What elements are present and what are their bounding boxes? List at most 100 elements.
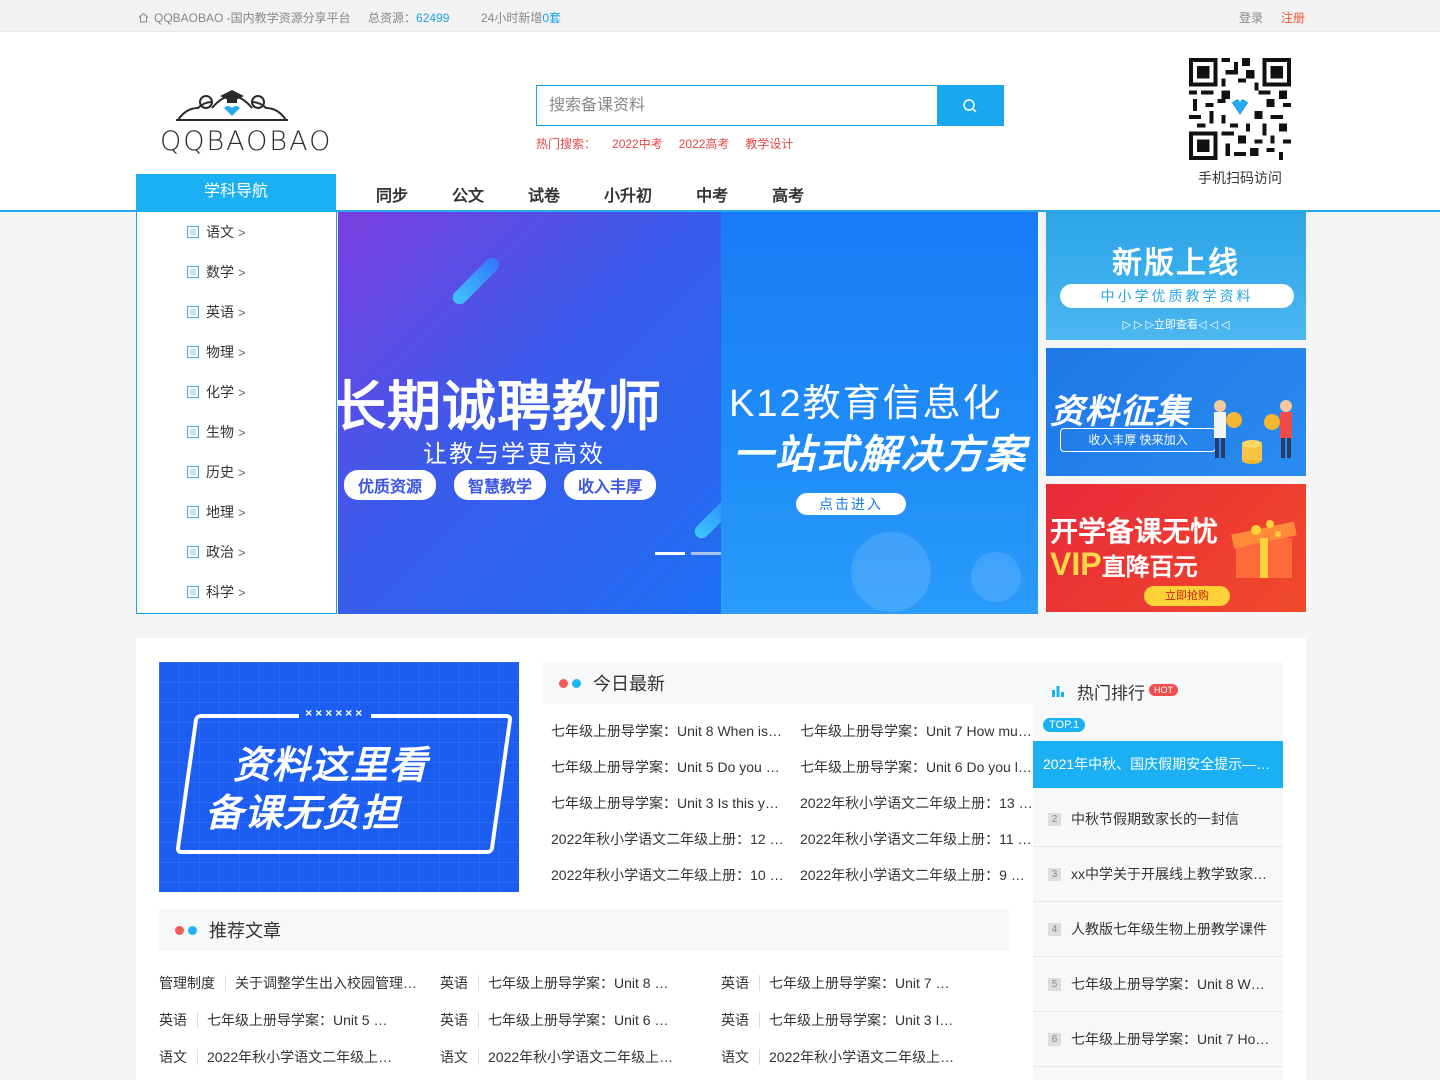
rank-item[interactable]: 2 中秋节假期致家长的一封信 (1033, 792, 1283, 847)
register-link[interactable]: 注册 (1281, 9, 1305, 26)
hero-carousel[interactable]: 长期诚聘教师 让教与学更高效 优质资源 智慧教学 收入丰厚 K12教育信息化 一… (338, 212, 1038, 614)
banner-slide-k12[interactable]: K12教育信息化 一站式解决方案 点击进入 (721, 212, 1038, 614)
red-dot-icon (175, 925, 184, 935)
rank-title: 七年级上册导学案：Unit 7 How much are these socks (1071, 1031, 1271, 1047)
article-title[interactable]: 七年级上册导学案：Unit 6 Do you like bananas (488, 1011, 678, 1048)
nav-item-sync[interactable]: 同步 (376, 182, 408, 206)
article-title[interactable]: 2022年秋小学语文二年级上册：11 葡萄沟 (769, 1048, 959, 1080)
nav-item-primary-to-middle[interactable]: 小升初 (604, 182, 652, 206)
main-nav: 同步 公文 试卷 小升初 中考 高考 (376, 182, 848, 206)
rank-item-top1[interactable]: 2021年中秋、国庆假期安全提示——致家长的一封信 (1033, 741, 1283, 788)
list-item[interactable]: 2022年秋小学语文二年级上册：11 葡萄沟 (800, 828, 1034, 864)
section-dots (159, 925, 209, 935)
english-icon (187, 306, 199, 318)
rank-item[interactable]: 3 xx中学关于开展线上教学致家长的一封信 (1033, 847, 1283, 902)
article-title[interactable]: 七年级上册导学案：Unit 8 When is your birthday (488, 974, 678, 1011)
category-tag[interactable]: 语文 (159, 1049, 198, 1065)
banner-enter-button[interactable]: 点击进入 (796, 493, 906, 515)
hot-search-term[interactable]: 教学设计 (745, 135, 793, 152)
list-item[interactable]: 2022年秋小学语文二年级上册：13 寒号鸟 (800, 792, 1034, 828)
ad-material-collection[interactable]: 资料征集 收入丰厚 快来加入 (1046, 348, 1306, 476)
subject-item-physics[interactable]: 物理 > (137, 332, 336, 372)
list-item[interactable]: 2022年秋小学语文二年级上册：10 日月潭 (551, 864, 785, 900)
subject-item-geography[interactable]: 地理 > (137, 492, 336, 532)
article-title[interactable]: 七年级上册导学案：Unit 3 Is this your pencil (769, 1011, 959, 1048)
subject-item-chemistry[interactable]: 化学 > (137, 372, 336, 412)
hot-search-term[interactable]: 2022高考 (679, 135, 730, 152)
recommend-item[interactable]: 英语七年级上册导学案：Unit 5 Do you have a soccer b… (159, 1011, 440, 1048)
nav-item-gaokao[interactable]: 高考 (772, 182, 804, 206)
hot-search-term[interactable]: 2022中考 (612, 135, 663, 152)
carousel-dot[interactable] (691, 552, 721, 555)
subject-item-history[interactable]: 历史 > (137, 452, 336, 492)
list-item[interactable]: 七年级上册导学案：Unit 5 Do you have a soccer bal… (551, 756, 785, 792)
recommend-item[interactable]: 管理制度关于调整学生出入校园管理措施的通知 (159, 974, 440, 1011)
recommend-item[interactable]: 语文 2022年秋小学语文二年级上册：11 葡萄沟 (721, 1048, 1002, 1080)
category-tag[interactable]: 语文 (721, 1049, 760, 1065)
total-resources: 总资源：62499 (368, 9, 449, 26)
rank-number: 6 (1048, 1032, 1061, 1046)
nav-item-official-docs[interactable]: 公文 (452, 182, 484, 206)
category-tag[interactable]: 英语 (440, 1012, 479, 1028)
promo-banner[interactable]: ×××××× 资料这里看 备课无负担 (159, 662, 519, 892)
content-panel: ×××××× 资料这里看 备课无负担 今日最新 七年级上册导学案：Unit 8 … (136, 638, 1306, 1080)
login-link[interactable]: 登录 (1239, 9, 1263, 26)
subject-item-science[interactable]: 科学 > (137, 572, 336, 612)
nav-item-zhongkao[interactable]: 中考 (696, 182, 728, 206)
recommend-item[interactable]: 语文 2022年秋小学语文二年级上册：13 寒号鸟 (159, 1048, 440, 1080)
subject-label: 语文 (206, 224, 234, 240)
subject-item-math[interactable]: 数学 > (137, 252, 336, 292)
ad-vip-discount[interactable]: 开学备课无忧 VIP直降百元 立即抢购 (1046, 484, 1306, 612)
recommend-item[interactable]: 英语七年级上册导学案：Unit 3 Is this your pencil (721, 1011, 1002, 1048)
list-item[interactable]: 2022年秋小学语文二年级上册：12 坐井观天 (551, 828, 785, 864)
site-logo[interactable]: QQBAOBAO (158, 78, 330, 158)
search-input[interactable] (537, 86, 937, 125)
subject-item-chinese[interactable]: 语文 > (137, 212, 336, 252)
total-label: 总资源： (368, 11, 417, 25)
list-item[interactable]: 七年级上册导学案：Unit 3 Is this your pencil (551, 792, 785, 828)
recommend-item[interactable]: 英语七年级上册导学案：Unit 6 Do you like bananas (440, 1011, 721, 1048)
article-title[interactable]: 关于调整学生出入校园管理措施的通知 (235, 974, 425, 1011)
article-title[interactable]: 七年级上册导学案：Unit 7 How much are these socks (769, 974, 959, 1011)
category-tag[interactable]: 英语 (440, 975, 479, 991)
list-item[interactable]: 2022年秋小学语文二年级上册：9 黄山奇石 (800, 864, 1034, 900)
article-title[interactable]: 2022年秋小学语文二年级上册：12 坐井观天 (488, 1048, 678, 1080)
site-slogan[interactable]: QQBAOBAO -国内教学资源分享平台 (138, 9, 351, 26)
qr-code-icon (1189, 58, 1291, 160)
rank-item[interactable]: 4 人教版七年级生物上册教学课件 (1033, 902, 1283, 957)
subject-item-politics[interactable]: 政治 > (137, 532, 336, 572)
category-tag[interactable]: 英语 (721, 1012, 760, 1028)
banner-pill: 智慧教学 (454, 470, 547, 500)
subject-label: 物理 (206, 344, 234, 360)
ad-new-version[interactable]: 新版上线 中小学优质教学资料 ▷ ▷ ▷立即查看◁ ◁ ◁ (1046, 212, 1306, 340)
category-tag[interactable]: 管理制度 (159, 975, 226, 991)
chevron-right-icon: > (238, 304, 246, 320)
list-item[interactable]: 七年级上册导学案：Unit 6 Do you like bananas (800, 756, 1034, 792)
article-title[interactable]: 2022年秋小学语文二年级上册：13 寒号鸟 (207, 1048, 397, 1080)
search-button[interactable] (937, 86, 1003, 125)
chevron-right-icon: > (238, 264, 246, 280)
subject-item-biology[interactable]: 生物 > (137, 412, 336, 452)
list-item[interactable]: 七年级上册导学案：Unit 8 When is your birthday (551, 720, 785, 756)
ad3-buy-button[interactable]: 立即抢购 (1144, 586, 1230, 606)
subject-label: 生物 (206, 424, 234, 440)
subject-nav-title[interactable]: 学科导航 (136, 174, 336, 212)
recommend-item[interactable]: 语文 2022年秋小学语文二年级上册：12 坐井观天 (440, 1048, 721, 1080)
recommend-item[interactable]: 英语七年级上册导学案：Unit 8 When is your birthday (440, 974, 721, 1011)
category-tag[interactable]: 英语 (721, 975, 760, 991)
subject-item-english[interactable]: 英语 > (137, 292, 336, 332)
banner-left-title: 长期诚聘教师 (338, 377, 662, 437)
nav-item-exams[interactable]: 试卷 (528, 182, 560, 206)
ad2-bar: 收入丰厚 快来加入 (1060, 428, 1216, 452)
carousel-dot[interactable] (655, 552, 685, 555)
rank-item[interactable]: 5 七年级上册导学案：Unit 8 When is your birthday (1033, 957, 1283, 1012)
rank-item[interactable]: 6 七年级上册导学案：Unit 7 How much are these sock… (1033, 1012, 1283, 1067)
total-value: 62499 (416, 11, 450, 25)
article-title[interactable]: 七年级上册导学案：Unit 5 Do you have a soccer bal… (207, 1011, 397, 1048)
recommend-item[interactable]: 英语七年级上册导学案：Unit 7 How much are these soc… (721, 974, 1002, 1011)
today-latest-title: 今日最新 (593, 674, 665, 694)
category-tag[interactable]: 语文 (440, 1049, 479, 1065)
banner-right-title: K12教育信息化 (729, 383, 1003, 425)
category-tag[interactable]: 英语 (159, 1012, 198, 1028)
list-item[interactable]: 七年级上册导学案：Unit 7 How much are these socks (800, 720, 1034, 756)
